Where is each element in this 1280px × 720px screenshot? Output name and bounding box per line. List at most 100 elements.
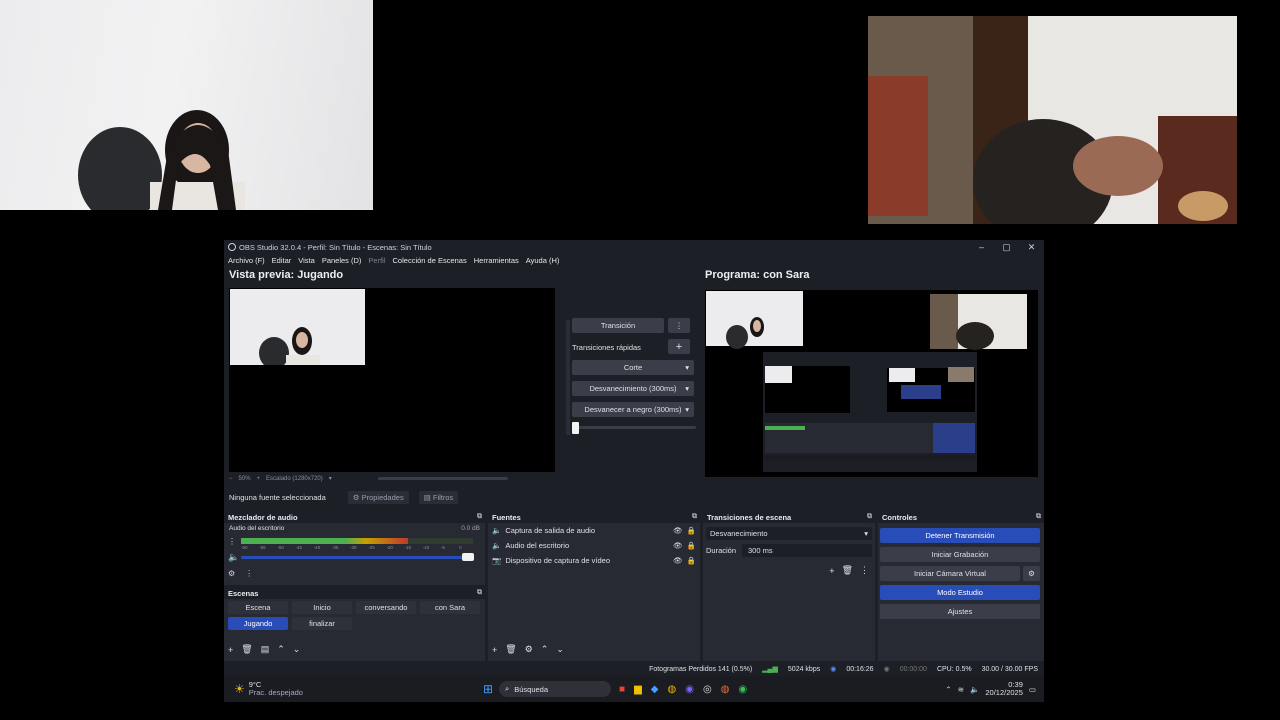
scene-item[interactable]: Escena xyxy=(228,601,288,614)
t-bar-track[interactable] xyxy=(576,426,696,429)
add-quick-transition-icon[interactable]: + xyxy=(668,339,690,354)
eye-icon[interactable]: 👁 xyxy=(673,526,683,535)
zoom-mode[interactable]: Escalado (1280x720) xyxy=(266,476,323,482)
browser-icon[interactable]: ◍ xyxy=(721,684,730,695)
studio-mode-button[interactable]: Modo Estudio xyxy=(880,585,1040,600)
undock-icon[interactable]: ⧉ xyxy=(867,513,872,521)
maximize-icon[interactable]: ▢ xyxy=(994,242,1019,253)
volume-slider-handle[interactable] xyxy=(462,553,474,561)
start-recording-button[interactable]: Iniciar Grabación xyxy=(880,547,1040,562)
chevron-down-icon[interactable]: ▾ xyxy=(329,475,332,482)
steam-icon[interactable]: ◆ xyxy=(651,684,659,695)
preview-canvas[interactable] xyxy=(229,288,555,472)
notification-icon[interactable]: ▭ xyxy=(1029,685,1036,694)
lock-icon[interactable]: 🔒 xyxy=(687,541,696,550)
undock-icon[interactable]: ⧉ xyxy=(477,513,482,521)
menu-file[interactable]: Archivo (F) xyxy=(228,256,265,265)
lock-icon[interactable]: 🔒 xyxy=(687,556,696,565)
undock-icon[interactable]: ⧉ xyxy=(1036,513,1041,521)
transition-select[interactable]: Desvanecimiento ▾ xyxy=(706,527,872,540)
properties-label: Propiedades xyxy=(361,492,404,502)
gear-icon[interactable]: ⚙ xyxy=(1023,566,1040,581)
mixer-menu-icon[interactable]: ⋮ xyxy=(228,537,236,546)
more-icon[interactable]: ⋮ xyxy=(860,565,869,576)
menu-profile[interactable]: Perfil xyxy=(368,256,385,265)
arrow-down-icon[interactable]: ⌄ xyxy=(293,644,301,655)
mixer-more-icon[interactable]: ⋮ xyxy=(245,569,253,578)
scene-item-active[interactable]: Jugando xyxy=(228,617,288,630)
scenes-header: Escenas ⧉ xyxy=(224,587,485,599)
minimize-icon[interactable]: – xyxy=(969,242,994,253)
source-item[interactable]: 🔈 Audio del escritorio 👁 🔒 xyxy=(488,538,700,553)
clock[interactable]: 0:39 20/12/2025 xyxy=(985,681,1023,697)
volume-slider[interactable] xyxy=(241,556,473,559)
source-item[interactable]: 🔈 Captura de salida de audio 👁 🔒 xyxy=(488,523,700,538)
quick-transition-fade[interactable]: Desvanecimiento (300ms) ▾ xyxy=(572,381,694,396)
virtual-camera-button[interactable]: Iniciar Cámara Virtual xyxy=(880,566,1020,581)
menu-bar: Archivo (F) Editar Vista Paneles (D) Per… xyxy=(224,254,1044,266)
filters-button[interactable]: ▤ Filtros xyxy=(418,490,459,504)
add-icon[interactable]: + xyxy=(228,645,233,655)
zoom-out-icon[interactable]: − xyxy=(229,476,233,482)
scene-item[interactable]: Inicio xyxy=(292,601,352,614)
app-icon[interactable]: ■ xyxy=(619,684,625,695)
obs-taskbar-icon[interactable]: ◎ xyxy=(703,684,712,695)
undock-icon[interactable]: ⧉ xyxy=(692,513,697,521)
transition-menu-icon[interactable]: ⋮ xyxy=(668,318,690,333)
menu-view[interactable]: Vista xyxy=(298,256,315,265)
whatsapp-icon[interactable]: ◉ xyxy=(738,684,747,695)
quick-transition-fade-label: Desvanecimiento (300ms) xyxy=(589,384,677,393)
chevron-up-icon[interactable]: ⌃ xyxy=(945,685,951,694)
mixer-settings-icon[interactable]: ⚙ xyxy=(228,569,235,578)
speaker-icon: 🔈 xyxy=(492,541,502,550)
clock-date: 20/12/2025 xyxy=(985,688,1023,697)
splitter[interactable] xyxy=(566,320,570,435)
taskbar-apps: ■ ▆ ◆ ◍ ◉ ◎ ◍ ◉ xyxy=(619,684,747,695)
t-bar-handle[interactable] xyxy=(572,422,579,434)
stop-stream-button[interactable]: Detener Transmisión xyxy=(880,528,1040,543)
menu-docks[interactable]: Paneles (D) xyxy=(322,256,362,265)
quick-transition-fade-black[interactable]: Desvanecer a negro (300ms) ▾ xyxy=(572,402,694,417)
speaker-icon[interactable]: 🔈 xyxy=(970,685,979,694)
settings-button[interactable]: Ajustes xyxy=(880,604,1040,619)
arrow-down-icon[interactable]: ⌄ xyxy=(556,644,564,655)
menu-tools[interactable]: Herramientas xyxy=(474,256,519,265)
audio-mixer-dock: Mezclador de audio ⧉ Audio del escritorio… xyxy=(224,511,485,585)
properties-button[interactable]: ⚙ Propiedades xyxy=(347,490,409,504)
close-icon[interactable]: ✕ xyxy=(1019,242,1044,253)
scene-item[interactable]: con Sara xyxy=(420,601,480,614)
eye-icon[interactable]: 👁 xyxy=(673,541,683,550)
scene-item[interactable]: finalizar xyxy=(292,617,352,630)
add-icon[interactable]: + xyxy=(492,645,497,655)
add-icon[interactable]: + xyxy=(829,566,834,576)
trash-icon[interactable]: 🗑 xyxy=(241,644,252,655)
weather-widget[interactable]: ☀ 9°C Prac. despejado xyxy=(224,681,303,697)
discord-icon[interactable]: ◉ xyxy=(685,684,694,695)
menu-scene-collection[interactable]: Colección de Escenas xyxy=(393,256,467,265)
trash-icon[interactable]: 🗑 xyxy=(842,565,853,576)
zoom-in-icon[interactable]: + xyxy=(257,476,261,482)
search-box[interactable]: ⌕ Búsqueda xyxy=(499,681,612,697)
speaker-icon[interactable]: 🔈 xyxy=(228,552,239,563)
arrow-up-icon[interactable]: ⌃ xyxy=(277,644,285,655)
quick-transition-cut[interactable]: Corte ▾ xyxy=(572,360,694,375)
duration-input[interactable]: 300 ms xyxy=(742,544,872,557)
trash-icon[interactable]: 🗑 xyxy=(505,644,516,655)
chrome-icon[interactable]: ◍ xyxy=(667,684,676,695)
menu-edit[interactable]: Editar xyxy=(272,256,292,265)
scene-item[interactable]: conversando xyxy=(356,601,416,614)
scene-transitions-dock: Transiciones de escena ⧉ Desvanecimiento … xyxy=(703,511,875,661)
wifi-icon[interactable]: ≋ xyxy=(958,685,964,694)
menu-help[interactable]: Ayuda (H) xyxy=(526,256,560,265)
lock-icon[interactable]: 🔒 xyxy=(687,526,696,535)
windows-start-icon[interactable]: ⊞ xyxy=(483,682,493,696)
source-item[interactable]: 📷 Dispositivo de captura de vídeo 👁 🔒 xyxy=(488,553,700,568)
transition-button[interactable]: Transición xyxy=(572,318,664,333)
gear-icon[interactable]: ⚙ xyxy=(525,644,533,655)
arrow-up-icon[interactable]: ⌃ xyxy=(541,644,549,655)
file-explorer-icon[interactable]: ▆ xyxy=(634,684,642,695)
undock-icon[interactable]: ⧉ xyxy=(477,589,482,597)
preview-scrollbar[interactable] xyxy=(377,477,508,480)
filter-icon[interactable]: ▤ xyxy=(261,644,270,655)
eye-icon[interactable]: 👁 xyxy=(673,556,683,565)
